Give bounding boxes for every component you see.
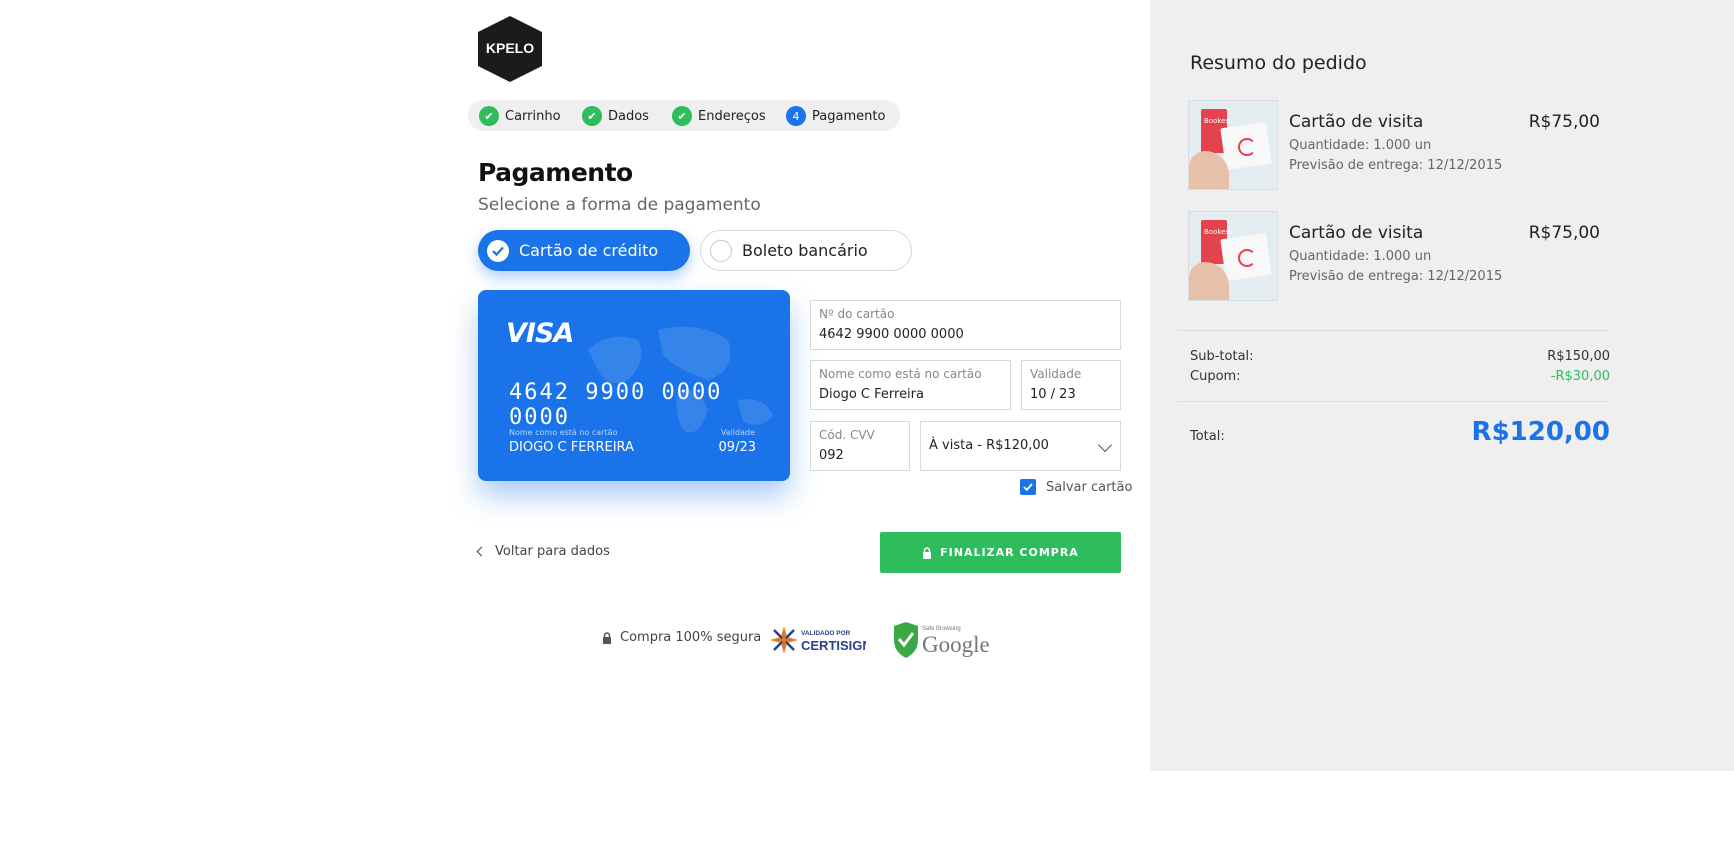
item-delivery: Previsão de entrega: 12/12/2015 — [1289, 158, 1503, 173]
item-quantity: Quantidade: 1.000 un — [1289, 249, 1432, 264]
summary-item: Bookess Cartão de visita Quantidade: 1.0… — [1188, 100, 1734, 192]
certisign-name-text: CERTISIGN — [801, 638, 866, 653]
secure-label: Compra 100% segura — [620, 630, 762, 645]
payment-option-boleto[interactable]: Boleto bancário — [700, 230, 912, 271]
visa-logo: VISA — [506, 318, 574, 349]
lock-icon — [923, 546, 932, 559]
thumb-brand-text: Bookess — [1204, 228, 1233, 236]
item-quantity: Quantidade: 1.000 un — [1289, 138, 1432, 153]
coupon-value: -R$30,00 — [1550, 369, 1610, 384]
card-preview-validity-label: Validade — [720, 428, 755, 437]
check-icon: ✔ — [582, 106, 602, 126]
payment-option-label: Boleto bancário — [742, 241, 868, 260]
credit-card-preview: VISA 4642 9900 0000 0000 Nome como está … — [478, 290, 790, 481]
step-carrinho[interactable]: ✔ Carrinho — [479, 106, 561, 126]
field-value: 092 — [819, 448, 844, 463]
product-thumbnail: Bookess — [1188, 100, 1278, 190]
save-card-label: Salvar cartão — [1046, 479, 1133, 495]
checkbox-checked-icon[interactable] — [1020, 479, 1036, 495]
finish-button-label: FINALIZAR COMPRA — [940, 546, 1079, 559]
card-preview-validity: 09/23 — [718, 440, 756, 455]
card-number-field[interactable]: Nº do cartão 4642 9900 0000 0000 — [810, 300, 1121, 350]
installments-select[interactable]: À vista - R$120,00 — [920, 421, 1121, 471]
card-preview-name-label: Nome como está no cartão — [509, 428, 618, 437]
step-label: Pagamento — [812, 108, 886, 124]
divider — [1178, 330, 1610, 331]
checkout-steps: ✔ Carrinho ✔ Dados ✔ Endereços 4 Pagamen… — [468, 100, 900, 131]
divider — [1178, 401, 1610, 402]
thumb-brand-text: Bookess — [1204, 117, 1233, 125]
kpelo-logo[interactable]: KPELO — [476, 16, 544, 82]
card-preview-number: 4642 9900 0000 0000 — [509, 380, 723, 430]
chevron-down-icon — [1097, 437, 1113, 453]
step-label: Carrinho — [505, 108, 561, 124]
summary-item: Bookess Cartão de visita Quantidade: 1.0… — [1188, 211, 1734, 303]
field-label: Validade — [1030, 367, 1082, 381]
item-delivery: Previsão de entrega: 12/12/2015 — [1289, 269, 1503, 284]
check-icon: ✔ — [479, 106, 499, 126]
subtotal-label: Sub-total: — [1190, 349, 1254, 364]
item-name: Cartão de visita — [1289, 223, 1424, 243]
step-number: 4 — [786, 106, 806, 126]
radio-checked-icon — [487, 239, 509, 262]
order-summary-panel: Resumo do pedido Bookess Cartão de visit… — [1150, 0, 1734, 771]
product-thumbnail: Bookess — [1188, 211, 1278, 301]
certisign-top-text: VALIDADO POR — [801, 630, 851, 637]
google-name-text: Google — [922, 632, 990, 657]
page-title: Pagamento — [478, 158, 633, 187]
step-pagamento: 4 Pagamento — [786, 106, 885, 126]
field-value: Diogo C Ferreira — [819, 387, 924, 402]
field-label: Cód. CVV — [819, 428, 875, 442]
item-price: R$75,00 — [1528, 223, 1600, 243]
field-value: 4642 9900 0000 0000 — [819, 327, 964, 342]
page-subtitle: Selecione a forma de pagamento — [478, 195, 761, 215]
swirl-icon — [1238, 138, 1256, 156]
field-label: Nome como está no cartão — [819, 367, 982, 381]
chevron-left-icon — [476, 546, 487, 557]
check-icon: ✔ — [672, 106, 692, 126]
save-card-checkbox[interactable]: Salvar cartão — [1020, 479, 1132, 495]
subtotal-value: R$150,00 — [1547, 349, 1610, 364]
step-label: Endereços — [698, 108, 766, 124]
card-preview-name: DIOGO C FERREIRA — [509, 440, 634, 455]
item-name: Cartão de visita — [1289, 112, 1424, 132]
certisign-seal: VALIDADO POR CERTISIGN — [770, 626, 866, 654]
payment-option-credit-card[interactable]: Cartão de crédito — [478, 230, 690, 271]
cvv-field[interactable]: Cód. CVV 092 — [810, 421, 910, 471]
select-value: À vista - R$120,00 — [929, 438, 1049, 453]
swirl-icon — [1238, 249, 1256, 267]
payment-option-label: Cartão de crédito — [519, 241, 659, 260]
summary-title: Resumo do pedido — [1190, 52, 1367, 74]
logo-text: KPELO — [486, 40, 534, 56]
coupon-label: Cupom: — [1190, 369, 1241, 384]
lock-icon — [603, 631, 611, 644]
radio-unchecked-icon — [710, 239, 732, 262]
field-value: 10 / 23 — [1030, 387, 1076, 402]
secure-purchase-badge: Compra 100% segura — [602, 630, 761, 645]
item-price: R$75,00 — [1528, 112, 1600, 132]
validity-field[interactable]: Validade 10 / 23 — [1021, 360, 1121, 410]
step-dados[interactable]: ✔ Dados — [582, 106, 649, 126]
google-safe-browsing-seal: Safe Browsing Google — [894, 622, 990, 658]
step-label: Dados — [608, 108, 649, 124]
back-link-label: Voltar para dados — [495, 544, 610, 559]
total-value: R$120,00 — [1471, 417, 1610, 447]
back-to-data-link[interactable]: Voltar para dados — [476, 544, 610, 559]
step-enderecos[interactable]: ✔ Endereços — [672, 106, 766, 126]
finish-purchase-button[interactable]: FINALIZAR COMPRA — [880, 532, 1121, 573]
card-name-field[interactable]: Nome como está no cartão Diogo C Ferreir… — [810, 360, 1011, 410]
total-label: Total: — [1190, 429, 1225, 444]
field-label: Nº do cartão — [819, 307, 895, 321]
